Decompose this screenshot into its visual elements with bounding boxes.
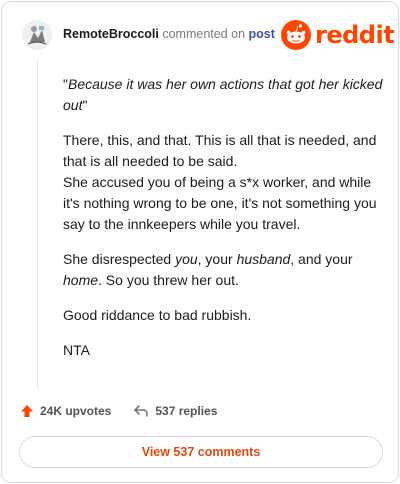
paragraph-3: Good riddance to bad rubbish. xyxy=(63,307,252,323)
comment-actions: 24K upvotes 537 replies xyxy=(20,404,217,418)
reddit-snoo-icon xyxy=(281,20,311,50)
thread-line[interactable] xyxy=(37,60,38,390)
upvote-count: 24K upvotes xyxy=(40,404,112,418)
comment-body: "Because it was her own actions that got… xyxy=(63,74,383,375)
upvote-arrow-icon xyxy=(21,405,33,417)
replies-button[interactable]: 537 replies xyxy=(133,404,217,418)
username[interactable]: RemoteBroccoli xyxy=(63,27,159,41)
view-comments-button[interactable]: View 537 comments xyxy=(19,436,383,468)
action-text: commented on xyxy=(162,27,246,41)
post-link[interactable]: post xyxy=(249,27,275,41)
quote-text: Because it was her own actions that got … xyxy=(63,76,383,113)
paragraph-4: NTA xyxy=(63,342,90,358)
user-avatar[interactable] xyxy=(22,20,52,50)
paragraph-2: She disrespected you, your husband, and … xyxy=(63,251,353,288)
quote-paragraph: "Because it was her own actions that got… xyxy=(63,76,383,113)
reddit-logo[interactable]: reddit xyxy=(281,19,395,51)
paragraph-1: There, this, and that. This is all that … xyxy=(63,132,377,232)
comment-card: RemoteBroccoli commented on post reddit … xyxy=(1,1,399,483)
upvote-button[interactable]: 24K upvotes xyxy=(20,404,111,418)
avatar-icon xyxy=(22,20,52,50)
comment-header: RemoteBroccoli commented on post xyxy=(63,27,275,41)
reply-icon xyxy=(134,405,149,417)
reply-count: 537 replies xyxy=(155,404,218,418)
reddit-wordmark: reddit xyxy=(315,21,395,49)
